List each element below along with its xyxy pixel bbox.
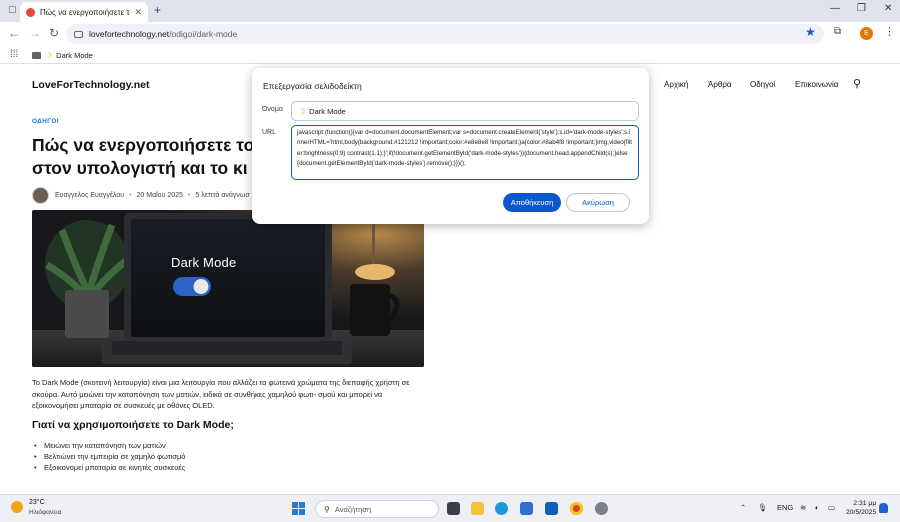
list-item: Εξοικονομεί μπαταρία σε κινητές συσκευές	[32, 462, 185, 473]
tab-strip: ▢ Πώς να ενεργοποιήσετε το Dark M ✕ + — …	[0, 0, 900, 22]
back-icon[interactable]: ←	[8, 26, 20, 40]
store-icon[interactable]	[520, 502, 533, 515]
nav-item-contact[interactable]: Επικοινωνία	[795, 80, 838, 89]
tab-search-icon[interactable]: ▢	[8, 4, 17, 15]
tab-close-icon[interactable]: ✕	[134, 7, 142, 18]
bookmark-name-field[interactable]: ☽ Dark Mode	[291, 101, 639, 121]
new-tab-button[interactable]: +	[154, 3, 161, 17]
name-label: Όνομα	[262, 106, 283, 113]
article-paragraph: Το Dark Mode (σκοτεινή λειτουργία) είναι…	[32, 378, 410, 410]
bookmark-item-dark-mode[interactable]: ☽ Dark Mode	[32, 49, 93, 61]
start-button[interactable]	[292, 502, 305, 515]
tab-title: Πώς να ενεργοποιήσετε το Dark M	[40, 7, 130, 17]
read-time: 5 λεπτά ανάγνωσ	[195, 191, 250, 199]
site-logo[interactable]: LoveForTechnology.net	[32, 79, 149, 91]
folder-icon	[32, 51, 41, 59]
taskbar-search-placeholder: Αναζήτηση	[334, 504, 372, 514]
meta-separator: •	[129, 191, 132, 199]
outlook-icon[interactable]	[545, 502, 558, 515]
hero-illustration	[32, 210, 424, 367]
tab-active[interactable]: Πώς να ενεργοποιήσετε το Dark M ✕	[20, 2, 148, 22]
bookmark-name-value: Dark Mode	[309, 106, 346, 116]
moon-icon: ☽	[298, 106, 306, 116]
clock-date: 20/5/2025	[846, 509, 877, 516]
clock-time: 2:31 μμ	[853, 500, 877, 507]
tray-overflow-icon[interactable]: ⌃	[740, 503, 746, 512]
microphone-icon[interactable]: 🎙	[758, 503, 768, 512]
task-view-icon[interactable]	[447, 502, 460, 515]
moon-icon: ☽	[45, 50, 53, 60]
dialog-title: Επεξεργασία σελιδοδείκτη	[263, 81, 362, 91]
nav-item-home[interactable]: Αρχική	[664, 80, 688, 89]
edge-icon[interactable]	[495, 502, 508, 515]
volume-icon[interactable]: ◖	[814, 503, 819, 512]
article-meta: Ευαγγελος Ευαγγέλου • 20 Μαΐου 2025 • 5 …	[32, 186, 250, 204]
close-window-icon[interactable]: ✕	[884, 3, 892, 14]
system-clock[interactable]: 2:31 μμ 20/5/2025	[846, 499, 876, 517]
section-heading: Γιατί να χρησιμοποιήσετε το Dark Mode;	[32, 419, 234, 431]
url-path: /odigoi/dark-mode	[169, 29, 238, 39]
bookmark-label: Dark Mode	[56, 50, 93, 60]
minimize-icon[interactable]: —	[830, 3, 840, 14]
site-search-icon[interactable]: ⚲	[853, 77, 861, 90]
profile-avatar[interactable]: E	[860, 27, 873, 40]
bookmark-url-field[interactable]: javascript:(function(){var d=document.do…	[291, 125, 639, 180]
address-bar[interactable]: lovefortechnology.net/odigoi/dark-mode	[66, 24, 824, 44]
url-label: URL	[262, 129, 277, 136]
wifi-icon[interactable]: ≋	[800, 503, 806, 512]
notification-bell-icon[interactable]	[879, 503, 888, 513]
language-indicator[interactable]: ENG	[777, 503, 793, 512]
nav-item-guides[interactable]: Οδηγοί	[750, 80, 775, 89]
list-item: Μειώνει την καταπόνηση των ματιών	[32, 440, 185, 451]
sun-icon[interactable]	[11, 501, 23, 513]
battery-icon[interactable]: ▭	[828, 503, 835, 512]
site-favicon-icon	[26, 7, 35, 17]
weather-temperature[interactable]: 23°C	[29, 499, 45, 506]
benefits-list: Μειώνει την καταπόνηση των ματιών Βελτιώ…	[32, 440, 185, 473]
reload-icon[interactable]: ↻	[49, 26, 59, 40]
meta-separator: •	[187, 191, 191, 199]
site-info-icon[interactable]	[74, 30, 83, 38]
cancel-button[interactable]: Ακύρωση	[566, 193, 630, 212]
search-icon: ⚲	[324, 504, 330, 514]
author-avatar	[32, 186, 49, 204]
save-button[interactable]: Αποθήκευση	[503, 193, 561, 212]
browser-menu-icon[interactable]: ⋮	[884, 25, 895, 38]
list-item: Βελτιώνει την εμπειρία σε χαμηλό φωτισμό	[32, 451, 185, 462]
restore-icon[interactable]: ❐	[857, 3, 866, 14]
taskbar-search[interactable]: ⚲ Αναζήτηση	[315, 500, 439, 518]
chrome-icon[interactable]	[570, 502, 583, 515]
bookmark-star-icon[interactable]: ★	[805, 25, 816, 39]
extensions-icon[interactable]: ⧉	[834, 26, 841, 37]
nav-item-articles[interactable]: Άρθρα	[708, 80, 732, 89]
publish-date: 20 Μαΐου 2025	[136, 191, 183, 199]
bookmarks-bar: ⁞⁞⁞ ☽ Dark Mode	[0, 46, 900, 64]
author-name[interactable]: Ευαγγελος Ευαγγέλου	[55, 192, 124, 199]
file-explorer-icon[interactable]	[471, 502, 484, 515]
settings-icon[interactable]	[595, 502, 608, 515]
taskbar: 23°C Ηλιόφανεια ⚲ Αναζήτηση ⌃ 🎙 ENG ≋ ◖ …	[0, 494, 900, 522]
edit-bookmark-dialog: Επεξεργασία σελιδοδείκτη Όνομα ☽ Dark Mo…	[252, 68, 649, 224]
forward-icon[interactable]: →	[29, 26, 41, 40]
article-category[interactable]: ΟΔΗΓΟΙ	[32, 118, 59, 125]
apps-grid-icon[interactable]: ⁞⁞⁞	[10, 49, 18, 60]
weather-description[interactable]: Ηλιόφανεια	[29, 509, 61, 516]
hero-caption: Dark Mode	[171, 255, 237, 270]
hero-image	[32, 210, 424, 367]
browser-toolbar: ← → ↻ lovefortechnology.net/odigoi/dark-…	[0, 22, 900, 46]
url-domain: lovefortechnology.net	[89, 29, 170, 39]
